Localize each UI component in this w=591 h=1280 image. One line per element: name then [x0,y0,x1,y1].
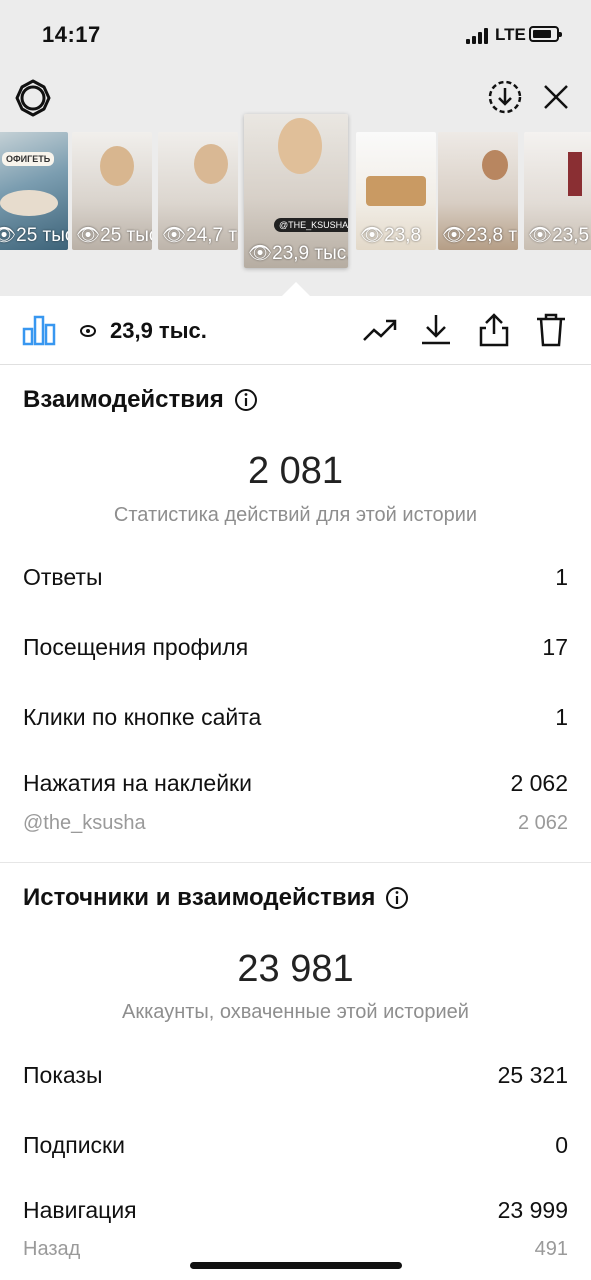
thumbnail-views: 👁23,9 тыс. [248,243,348,264]
home-indicator[interactable] [190,1262,402,1269]
discovery-total: 23 981 [237,948,354,990]
promote-trend-icon[interactable] [362,316,398,344]
battery-icon [529,26,562,42]
story-toolbar: 23,9 тыс. [0,296,591,365]
save-download-icon[interactable] [420,312,452,346]
selection-pointer [282,282,310,296]
interactions-caption: Статистика действий для этой истории [113,504,478,526]
network-label: LTE [495,25,526,44]
close-icon[interactable] [542,83,570,111]
section-divider [0,862,591,863]
story-thumbnail[interactable]: 👁25 тыс [72,132,152,250]
thumbnail-views: 👁25 тыс [76,225,152,246]
story-thumbnail[interactable]: 👁23,8 т [438,132,518,250]
views-count-label: 23,9 тыс. [110,318,207,343]
discovery-caption: Аккаунты, охваченные этой историей [122,1001,469,1023]
discovery-title: Источники и взаимодействия [23,884,409,912]
interactions-total: 2 081 [247,450,344,492]
story-thumbnail-selected[interactable]: @THE_KSUSHA 👁23,9 тыс. [244,114,348,268]
person-image [482,150,508,180]
story-thumbnail-strip[interactable]: ОФИГЕТЬ 👁25 тыс 👁25 тыс 👁24,7 т @THE_KSU… [0,114,591,270]
room-image [568,152,582,196]
thumbnail-views: 👁25 тыс [0,225,68,246]
stat-row-replies: Ответы 1 [23,564,568,590]
stat-row-profile-visits: Посещения профиля 17 [23,634,568,660]
info-icon[interactable] [385,886,409,910]
stat-row-follows: Подписки 0 [23,1132,568,1158]
thumbnail-views: 👁24,7 т [162,225,238,246]
story-thumbnail[interactable]: 👁23,8 [356,132,436,250]
person-image [100,146,134,186]
stat-row-sticker-mention: @the_ksusha 2 062 [23,812,568,834]
views-count: 23,9 тыс. [80,318,207,344]
info-icon[interactable] [234,388,258,412]
story-thumbnail[interactable]: 👁23,5 [524,132,591,250]
story-thumbnail[interactable]: 👁24,7 т [158,132,238,250]
settings-gear-icon[interactable] [14,79,52,117]
status-bar: 14:17 LTE [0,0,591,70]
clock: 14:17 [42,22,101,47]
thumbnail-views: 👁23,8 т [442,225,518,246]
thumbnail-views: 👁23,5 [528,225,590,246]
share-icon[interactable] [478,312,510,348]
stat-row-navigation-back: Назад 491 [23,1238,568,1260]
eye-icon [80,325,96,337]
stat-row-website-clicks: Клики по кнопке сайта 1 [23,704,568,730]
story-caption: ОФИГЕТЬ [2,152,55,166]
signal-icon [466,28,490,44]
recipe-image [366,176,426,206]
stat-row-navigation: Навигация 23 999 [23,1197,568,1223]
thumbnail-views: 👁23,8 [360,225,422,246]
person-image [194,144,228,184]
mention-sticker: @THE_KSUSHA [274,218,348,232]
food-plate [0,190,58,216]
download-circle-icon[interactable] [487,79,523,115]
insights-bar-chart-icon[interactable] [22,314,56,346]
delete-trash-icon[interactable] [535,312,567,348]
interactions-title: Взаимодействия [23,386,258,414]
stat-row-sticker-taps: Нажатия на наклейки 2 062 [23,770,568,796]
person-image [278,118,322,174]
story-thumbnail[interactable]: ОФИГЕТЬ 👁25 тыс [0,132,68,250]
stat-row-impressions: Показы 25 321 [23,1062,568,1088]
story-viewer-header: ОФИГЕТЬ 👁25 тыс 👁25 тыс 👁24,7 т @THE_KSU… [0,70,591,296]
